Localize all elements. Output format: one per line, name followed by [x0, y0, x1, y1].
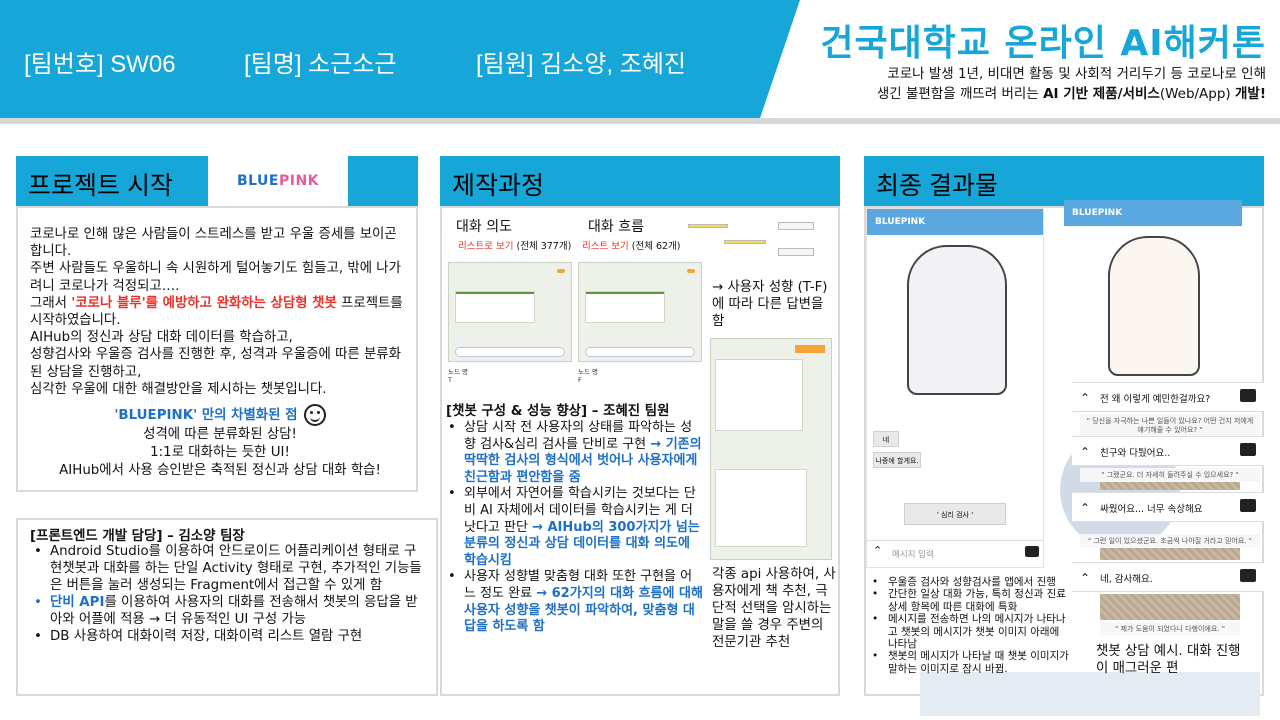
flow-label: 대화 흐름: [588, 219, 644, 235]
smile-icon: [303, 404, 326, 426]
chevron-up-icon: ⌃: [1080, 445, 1091, 459]
chat-input: [585, 347, 695, 357]
image-strip: [1100, 594, 1240, 620]
list-item: 챗봇의 메시지가 나타날 때 챗봇 이미지가 말하는 이미지로 잠시 바뀜.: [868, 650, 1070, 675]
chat-screenshot-f: [578, 262, 702, 362]
message-input[interactable]: 메시지 입력: [866, 540, 1044, 564]
list-item: 단비 API를 이용하여 사용자의 대화를 전송해서 챗봇의 응답을 받아와 어…: [30, 594, 428, 628]
app-bar: BLUEPINK: [1064, 200, 1242, 226]
bot-quote: " 그런 일이 있으셨군요. 조금씩 나아질 거라고 믿어요. ": [1080, 534, 1260, 548]
chatbot-list: 상담 시작 전 사용자의 상태를 파악하는 성향 검사&심리 검사를 단비로 구…: [444, 420, 704, 636]
hackathon-title: 건국대학교 온라인 AI해커톤: [820, 23, 1266, 64]
frontend-title: [프론트엔드 개발 담당] – 김소양 팀장: [30, 529, 245, 544]
message-icon: [1240, 569, 1256, 582]
feature-title: 'BLUEPINK' 만의 차별화된 점: [114, 408, 298, 423]
city-illustration: [920, 672, 1260, 716]
flow-node: [724, 240, 766, 244]
result-header: 최종 결과물: [864, 156, 1264, 206]
send-icon[interactable]: [1025, 546, 1039, 557]
team-number: [팀번호] SW06: [24, 51, 176, 78]
chevron-up-icon: ⌃: [1080, 391, 1091, 405]
chat-screenshot-api: [710, 338, 832, 560]
message-icon: [1240, 499, 1256, 512]
project-start-text: 코로나로 인해 많은 사람들이 스트레스를 받고 우울 증세를 보이곤 합니다.…: [30, 227, 403, 397]
status-badge: [557, 269, 565, 273]
node-label-f: 노드 명F: [578, 368, 599, 384]
team-members: [팀원] 김소양, 조혜진: [476, 51, 686, 78]
chat-bubble: [455, 291, 535, 323]
section-title: 제작과정: [452, 172, 545, 200]
status-badge: [795, 345, 825, 353]
chatbot-title: [챗봇 구성 & 성능 향상] – 조혜진 팀원: [446, 404, 670, 419]
chat-input: [455, 347, 565, 357]
hackathon-description: 코로나 발생 1년, 비대면 활동 및 사회적 거리두기 등 코로나로 인해 생…: [876, 66, 1266, 102]
list-item: Android Studio를 이용하여 안드로이드 어플리케이션 형태로 구현…: [30, 543, 428, 594]
app-bar: BLUEPINK: [867, 209, 1043, 235]
section-title: 최종 결과물: [876, 172, 998, 200]
flow-node: [778, 248, 814, 256]
process-header: 제작과정: [440, 156, 840, 206]
psych-test-button[interactable]: ' 심리 검사 ': [904, 503, 1006, 525]
list-item: 우울증 검사와 성향검사를 앱에서 진행: [868, 576, 1070, 589]
chat-bubble: [715, 469, 807, 547]
bot-quote: " 당신을 자극하는 나쁜 일들이 있나요? 어떤 건지 저에게 얘기해줄 수 …: [1080, 414, 1260, 436]
flow-node: [778, 222, 814, 230]
chat-row: ⌃ 싸웠어요... 너무 속상해요: [1072, 492, 1264, 522]
chat-row: ⌃ 친구와 다퉜어요..: [1072, 436, 1264, 466]
chat-row: ⌃ 전 왜 이렇게 예민한걸까요?: [1072, 382, 1264, 412]
bot-quote: " 그랬군요. 더 자세히 들려주실 수 있으세요? ": [1080, 468, 1260, 482]
result-list: 우울증 검사와 성향검사를 앱에서 진행 간단한 일상 대화 가능, 특히 정신…: [868, 576, 1070, 675]
api-note: 각종 api 사용하여, 사용자에게 책 추천, 극단적 선택을 암시하는 말을…: [712, 567, 836, 650]
list-item: DB 사용하여 대화이력 저장, 대화이력 리스트 열람 구현: [30, 628, 428, 645]
chat-bubble: [585, 291, 665, 323]
bluepink-logo: BLUE PINK: [208, 156, 348, 206]
cat-doctor-image: [907, 245, 1007, 395]
list-item: 상담 시작 전 사용자의 상태를 파악하는 성향 검사&심리 검사를 단비로 구…: [444, 420, 704, 486]
team-name: [팀명] 소근소근: [244, 51, 397, 78]
frontend-list: Android Studio를 이용하여 안드로이드 어플리케이션 형태로 구현…: [30, 543, 428, 645]
yes-button[interactable]: 네: [873, 431, 899, 447]
image-strip: [1100, 482, 1240, 490]
flow-list-link[interactable]: 리스트 보기 (전체 62개): [582, 238, 681, 252]
message-icon: [1240, 443, 1256, 456]
list-item: 외부에서 자연어를 학습시키는 것보다는 단비 AI 자체에서 데이터를 학습시…: [444, 486, 704, 569]
intent-label: 대화 의도: [456, 219, 512, 235]
tendency-note: → 사용자 성향 (T-F)에 따라 다른 답변을 함: [712, 280, 828, 329]
flow-diagram: [684, 218, 836, 272]
chevron-up-icon[interactable]: ⌃: [873, 544, 882, 557]
later-button[interactable]: 나중에 할게요.: [873, 452, 921, 468]
section-title: 프로젝트 시작: [28, 172, 173, 200]
node-label-t: 노드 명T: [448, 368, 469, 384]
message-icon: [1240, 389, 1256, 402]
intent-list-link[interactable]: 리스트로 보기 (전체 377개): [458, 238, 571, 252]
status-badge: [687, 269, 695, 273]
chat-bubble: [715, 359, 803, 431]
chevron-up-icon: ⌃: [1080, 501, 1091, 515]
example-note: 챗봇 상담 예시. 대화 진행이 매그러운 편: [1096, 644, 1241, 676]
list-item: 사용자 성향별 맞춤형 대화 또한 구현을 어느 정도 완료 → 62가지의 대…: [444, 569, 704, 635]
image-strip: [1100, 548, 1240, 560]
chevron-up-icon: ⌃: [1080, 571, 1091, 585]
header-divider: [0, 118, 1280, 124]
chat-screenshot-t: [448, 262, 572, 362]
chat-row: ⌃ 네, 감사해요.: [1072, 562, 1264, 592]
feature-block: 'BLUEPINK' 만의 차별화된 점 성격에 따른 분류화된 상담! 1:1…: [24, 404, 416, 480]
flow-node: [688, 224, 728, 228]
dog-doctor-image: [1108, 236, 1200, 376]
bot-quote: " 제가 도움이 되었다니 다행이에요. ": [1100, 622, 1240, 636]
list-item: 간단한 일상 대화 가능, 특히 정신과 진료 상세 항목에 따른 대화에 특화: [868, 588, 1070, 613]
list-item: 메시지를 전송하면 나의 메시지가 나타나고 챗봇의 메시지가 챗봇 이미지 아…: [868, 613, 1070, 650]
app-mockup-2: BLUEPINK: [1064, 200, 1242, 384]
